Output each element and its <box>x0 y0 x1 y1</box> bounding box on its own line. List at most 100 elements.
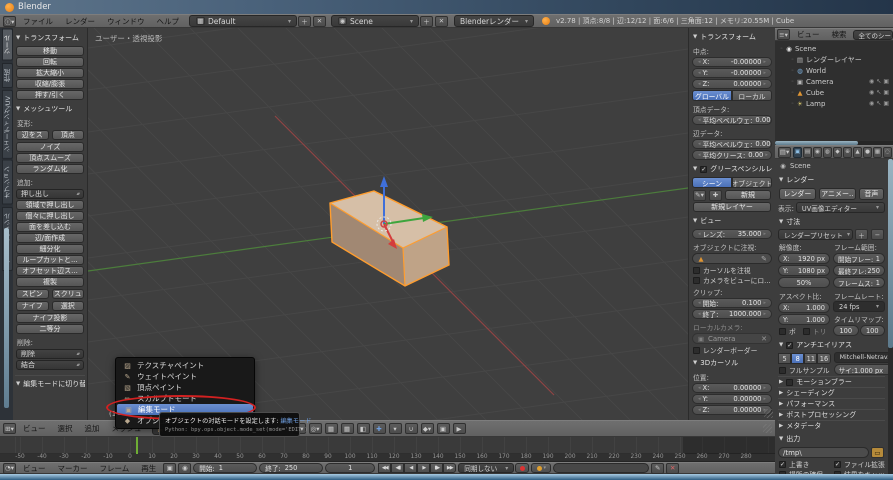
playback-button[interactable]: ▶ <box>417 463 430 473</box>
layout-delete-button[interactable]: ✕ <box>313 16 326 27</box>
render-animation-button[interactable]: アニメー.. <box>819 188 856 200</box>
local-toggle[interactable]: ローカル <box>732 90 772 101</box>
timeline-menu-item[interactable]: 再生 <box>135 463 162 474</box>
aa-samples-button[interactable]: 16 <box>817 353 830 364</box>
grease-new-layer-button[interactable]: 新規レイヤー <box>693 202 771 212</box>
panel-checkbox[interactable] <box>786 379 793 386</box>
lens-field[interactable]: レンズ:35.000 <box>692 229 772 239</box>
timeline-menu-item[interactable]: マーカー <box>52 463 94 474</box>
transform-tool-button[interactable]: 拡大縮小 <box>16 68 84 78</box>
add-tool-button[interactable]: 辺/面作成 <box>16 233 84 243</box>
clear-icon[interactable]: ✕ <box>761 335 767 343</box>
aspect-field[interactable]: Y:1.000 <box>778 314 830 325</box>
antialias-panel-header[interactable]: ▼アンチエイリアス <box>778 337 885 352</box>
remap-old-field[interactable]: 100 <box>833 325 859 336</box>
add-tool-button[interactable]: ナイフ投影 <box>16 313 84 323</box>
insert-keyframe-icon[interactable]: ✎ <box>651 463 664 474</box>
render-engine-selector[interactable]: Blenderレンダー <box>454 15 534 27</box>
playback-button[interactable]: ◀ <box>404 463 417 473</box>
grease-pencil-checkbox[interactable] <box>700 166 707 173</box>
manipulator-translate-icon[interactable]: ✚ <box>373 423 386 434</box>
local-camera-field[interactable]: ▣Camera✕ <box>692 333 772 344</box>
border-checkbox[interactable] <box>779 328 786 335</box>
expander-icon[interactable]: ◦ <box>791 68 794 74</box>
particles-tab-icon[interactable]: ◌ <box>883 147 892 158</box>
outliner-row[interactable]: ◦ ▤ レンダーレイヤー ◉↖▣ <box>776 54 892 65</box>
object-data-tab-icon[interactable]: ▲ <box>853 147 862 158</box>
outliner-menu-item[interactable]: ビュー <box>791 29 826 40</box>
overwrite-checkbox[interactable] <box>779 461 786 468</box>
add-tool-button[interactable]: スピン <box>16 289 49 299</box>
layers-grid-icon[interactable]: ▦ <box>341 423 354 434</box>
collapsed-panel-header[interactable]: ▶ポストプロセッシング <box>778 409 885 420</box>
layout-add-button[interactable]: ＋ <box>298 16 311 27</box>
outliner-scope-dropdown[interactable]: 全てのシーン <box>853 30 893 40</box>
transform-tool-button[interactable]: 収縮/膨張 <box>16 79 84 89</box>
frame-lock-icon[interactable]: ◉ <box>178 463 191 474</box>
lock-icon[interactable]: ◧ <box>357 423 370 434</box>
render-restrict-icon[interactable]: ▣ <box>883 100 889 107</box>
resolution-percent-field[interactable]: 50% <box>778 277 830 288</box>
crop-checkbox[interactable] <box>803 328 810 335</box>
playback-button[interactable]: ◀◀ <box>378 463 391 473</box>
selectability-arrow-icon[interactable]: ↖ <box>876 78 881 85</box>
keying-set-type-dropdown[interactable]: ▾ <box>531 463 551 473</box>
object-tab-icon[interactable]: ◆ <box>833 147 842 158</box>
modifiers-tab-icon[interactable]: ⊕ <box>843 147 852 158</box>
frame-range-field[interactable]: 開始フレー:1 <box>833 253 885 264</box>
add-tool-button[interactable]: 細分化 <box>16 244 84 254</box>
vertex-data-field[interactable]: 平均ベベルウェ:0.00 <box>692 115 772 125</box>
dimensions-panel-header[interactable]: ▼寸法 <box>778 214 885 229</box>
eyedropper-icon[interactable]: ✎ <box>761 255 767 263</box>
mode-menu-item[interactable]: ✎ ウェイトペイント <box>116 371 254 382</box>
collapsed-panel-header[interactable]: ▶パフォーマンス <box>778 398 885 409</box>
aa-size-field[interactable]: サイ:1.000 px <box>834 364 888 375</box>
frame-end-field[interactable]: 終了:250 <box>259 463 323 473</box>
expander-icon[interactable]: ◦ <box>780 46 783 52</box>
playback-button[interactable]: ◀▮ <box>391 463 404 473</box>
npanel-transform-header[interactable]: ▼トランスフォーム <box>692 29 772 44</box>
remove-dropdown[interactable]: 結合 <box>16 360 84 370</box>
render-audio-button[interactable]: 音声 <box>859 188 884 200</box>
antialias-checkbox[interactable] <box>786 342 793 349</box>
keying-set-field[interactable] <box>553 463 649 473</box>
add-tool-button[interactable]: 面を差し込む <box>16 222 84 232</box>
edge-slide-button[interactable]: 辺をス <box>16 130 49 140</box>
median-field[interactable]: Y:-0.00000 <box>692 68 772 78</box>
extrude-dropdown[interactable]: 押し出し <box>16 189 84 199</box>
render-display-dropdown[interactable]: UV画像エディター <box>796 202 885 213</box>
header-resize-grip[interactable] <box>763 424 772 433</box>
meshtools-section-header[interactable]: ▼メッシュツール <box>15 101 85 116</box>
outliner-menu-item[interactable]: 検索 <box>826 29 853 40</box>
toolshelf-tab[interactable]: ツール <box>2 29 13 61</box>
render-restrict-icon[interactable]: ▣ <box>883 89 889 96</box>
output-panel-header[interactable]: ▼出力 <box>778 431 885 446</box>
toolshelf-tab[interactable]: シェーディング/UV <box>2 90 13 159</box>
view3d-menu-item[interactable]: 追加 <box>79 423 106 434</box>
median-field[interactable]: X:-0.00000 <box>692 57 772 67</box>
toolshelf-tab[interactable]: オプション <box>2 160 13 205</box>
world-tab-icon[interactable]: ◍ <box>823 147 832 158</box>
edge-data-field[interactable]: 平均ベベルウェ:0.00 <box>692 139 772 149</box>
selectability-arrow-icon[interactable]: ↖ <box>876 89 881 96</box>
grease-scene-toggle[interactable]: シーン <box>692 177 732 188</box>
expander-icon[interactable]: ◦ <box>791 79 794 85</box>
render-panel-header[interactable]: ▼レンダー <box>778 172 885 187</box>
aspect-field[interactable]: X:1.000 <box>778 302 830 313</box>
topbar-menu-item[interactable]: ヘルプ <box>151 16 186 27</box>
aa-samples-button[interactable]: 8 <box>791 353 804 364</box>
panel-resize-grip[interactable] <box>764 409 773 418</box>
clip-field[interactable]: 終了:1000.000 <box>692 309 772 319</box>
mode-menu-item[interactable]: ✏ スカルプトモード <box>116 393 254 404</box>
topbar-menu-item[interactable]: ファイル <box>17 16 59 27</box>
outliner-row[interactable]: ◦ ◍ World ◉↖▣ <box>776 65 892 76</box>
view3d-menu-item[interactable]: ビュー <box>17 423 52 434</box>
render-restrict-icon[interactable]: ▣ <box>883 78 889 85</box>
lock-camera-checkbox[interactable] <box>693 277 700 284</box>
render-preset-dropdown[interactable]: レンダープリセット <box>778 229 853 240</box>
scene-add-button[interactable]: ＋ <box>420 16 433 27</box>
editor-type-timeline-icon[interactable]: ◔▾ <box>3 463 16 474</box>
toolshelf-tab[interactable]: 作成 <box>2 63 13 88</box>
remove-dropdown[interactable]: 削除 <box>16 349 84 359</box>
render-button[interactable]: レンダー <box>779 188 816 200</box>
